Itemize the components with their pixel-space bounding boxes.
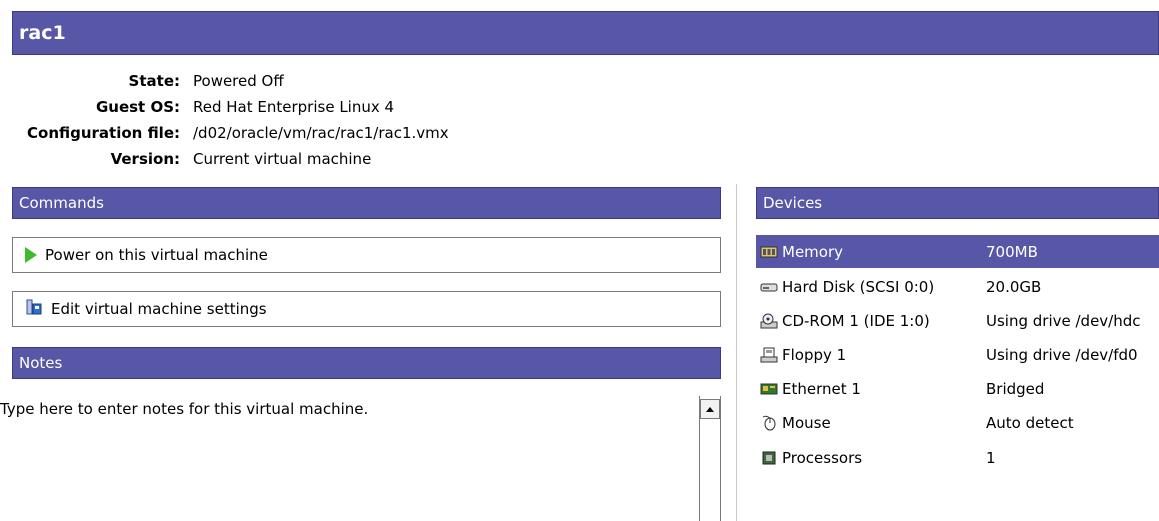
memory-icon <box>760 244 778 260</box>
config-file-label: Configuration file: <box>27 124 180 142</box>
mouse-icon <box>760 415 778 431</box>
device-value: Using drive /dev/fd0 <box>986 345 1138 364</box>
version-label: Version: <box>110 150 180 168</box>
device-name: Processors <box>782 448 863 467</box>
guest-os-label: Guest OS: <box>95 98 180 116</box>
config-file-value: /d02/oracle/vm/rac/rac1/rac1.vmx <box>193 124 449 142</box>
device-name: Memory <box>782 242 844 261</box>
device-name: CD-ROM 1 (IDE 1:0) <box>782 311 930 330</box>
notes-textarea[interactable]: Type here to enter notes for this virtua… <box>0 400 690 418</box>
device-row-ethernet[interactable]: Ethernet 1 Bridged <box>756 372 1159 405</box>
device-row-cdrom[interactable]: CD-ROM 1 (IDE 1:0) Using drive /dev/hdc <box>756 304 1159 337</box>
pane-divider[interactable] <box>736 184 737 521</box>
device-name: Hard Disk (SCSI 0:0) <box>782 277 935 296</box>
device-row-hard-disk[interactable]: Hard Disk (SCSI 0:0) 20.0GB <box>756 270 1159 303</box>
notes-scrollbar[interactable] <box>699 396 721 521</box>
floppy-icon <box>760 347 778 363</box>
state-label: State: <box>128 72 180 90</box>
device-value: 20.0GB <box>986 277 1042 296</box>
device-row-memory[interactable]: Memory 700MB <box>756 235 1159 268</box>
settings-icon <box>25 298 43 320</box>
edit-settings-label: Edit virtual machine settings <box>51 300 267 318</box>
version-value: Current virtual machine <box>193 150 372 168</box>
device-name: Ethernet 1 <box>782 379 861 398</box>
notes-placeholder: Type here to enter notes for this virtua… <box>0 400 369 418</box>
cdrom-icon <box>760 313 778 329</box>
device-name: Floppy 1 <box>782 345 847 364</box>
ethernet-icon <box>760 381 778 397</box>
device-name: Mouse <box>782 413 831 432</box>
device-value: 700MB <box>986 242 1038 261</box>
vm-title: rac1 <box>19 22 66 44</box>
device-row-mouse[interactable]: Mouse Auto detect <box>756 406 1159 439</box>
arrow-up-icon <box>706 406 714 412</box>
device-row-processors[interactable]: Processors 1 <box>756 441 1159 474</box>
state-value: Powered Off <box>193 72 284 90</box>
device-value: Bridged <box>986 379 1045 398</box>
play-icon <box>25 247 37 263</box>
commands-header: Commands <box>12 187 721 219</box>
devices-header-label: Devices <box>763 194 823 212</box>
hard-disk-icon <box>760 279 778 295</box>
scroll-up-button[interactable] <box>700 399 720 419</box>
power-on-label: Power on this virtual machine <box>45 246 268 264</box>
device-row-floppy[interactable]: Floppy 1 Using drive /dev/fd0 <box>756 338 1159 371</box>
devices-header: Devices <box>756 187 1159 219</box>
device-value: 1 <box>986 448 996 467</box>
guest-os-value: Red Hat Enterprise Linux 4 <box>193 98 395 116</box>
edit-settings-button[interactable]: Edit virtual machine settings <box>12 291 721 327</box>
notes-header: Notes <box>12 347 721 379</box>
device-value: Auto detect <box>986 413 1074 432</box>
power-on-button[interactable]: Power on this virtual machine <box>12 237 721 273</box>
device-value: Using drive /dev/hdc <box>986 311 1141 330</box>
vm-title-bar: rac1 <box>12 11 1159 55</box>
commands-header-label: Commands <box>19 194 104 212</box>
notes-header-label: Notes <box>19 354 63 372</box>
processor-icon <box>760 450 778 466</box>
